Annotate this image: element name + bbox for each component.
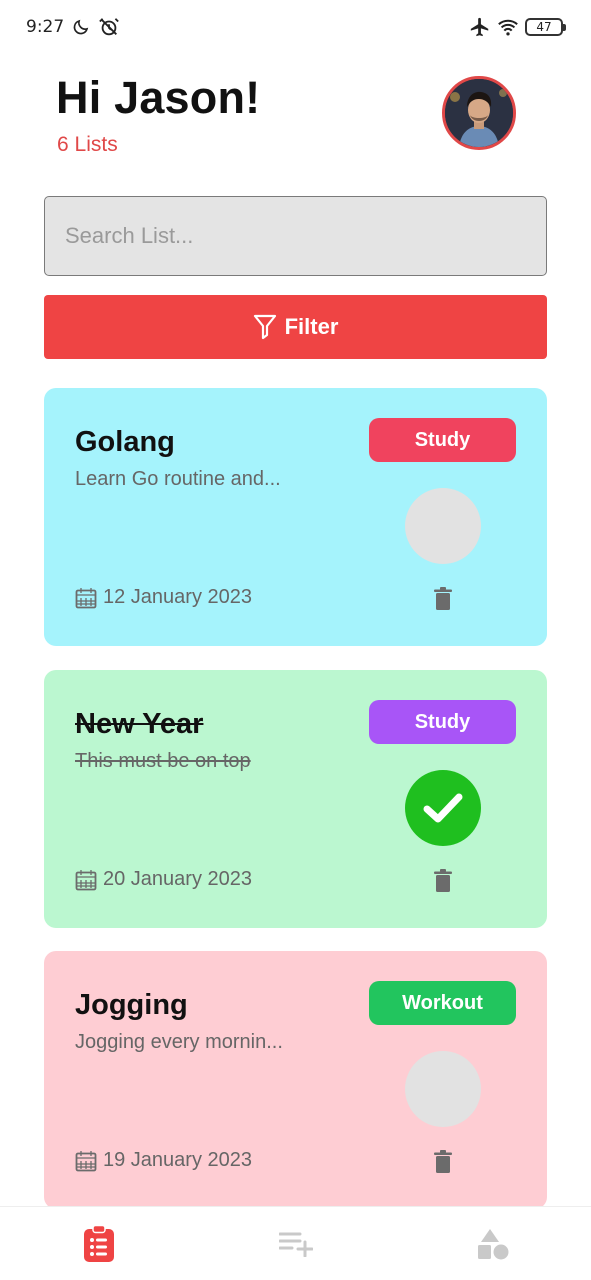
calendar-icon xyxy=(75,1150,97,1172)
status-right: 47 xyxy=(469,16,566,38)
complete-toggle[interactable] xyxy=(405,488,481,564)
card-title: Jogging xyxy=(75,989,188,1021)
complete-toggle[interactable] xyxy=(405,770,481,846)
filter-label: Filter xyxy=(284,314,339,339)
greeting-title: Hi Jason! xyxy=(56,72,261,123)
trash-icon[interactable] xyxy=(432,1150,454,1174)
status-time: 9:27 xyxy=(26,17,65,37)
card-date-text: 19 January 2023 xyxy=(103,1149,253,1171)
card-title: Golang xyxy=(75,426,175,458)
nav-lists[interactable] xyxy=(69,1214,129,1274)
card-title: New Year xyxy=(75,708,204,740)
checkmark-icon xyxy=(423,792,463,824)
search-input[interactable] xyxy=(44,196,547,276)
category-tag[interactable]: Workout xyxy=(369,981,516,1025)
nav-add-list[interactable] xyxy=(266,1214,326,1274)
alarm-off-icon xyxy=(98,16,120,38)
category-tag[interactable]: Study xyxy=(369,418,516,462)
wifi-icon xyxy=(497,16,519,38)
list-card[interactable]: Jogging Jogging every mornin... Workout … xyxy=(44,951,547,1209)
card-date: 19 January 2023 xyxy=(75,1149,252,1172)
card-description: Learn Go routine and... xyxy=(75,468,281,490)
list-card[interactable]: New Year This must be on top Study 20 Ja… xyxy=(44,670,547,928)
card-description: Jogging every mornin... xyxy=(75,1031,283,1053)
trash-icon[interactable] xyxy=(432,587,454,611)
complete-toggle[interactable] xyxy=(405,1051,481,1127)
moon-icon xyxy=(70,16,92,38)
trash-icon[interactable] xyxy=(432,869,454,893)
calendar-icon xyxy=(75,869,97,891)
card-description: This must be on top xyxy=(75,750,251,772)
card-date-text: 20 January 2023 xyxy=(103,868,253,890)
playlist-add-icon xyxy=(278,1231,313,1257)
status-left: 9:27 xyxy=(26,16,120,38)
funnel-icon xyxy=(253,314,277,340)
card-date: 12 January 2023 xyxy=(75,586,252,609)
status-bar: 9:27 47 xyxy=(0,0,591,54)
list-card[interactable]: Golang Learn Go routine and... Study 12 … xyxy=(44,388,547,646)
bottom-nav xyxy=(0,1206,591,1280)
list-count: 6 Lists xyxy=(57,133,118,156)
calendar-icon xyxy=(75,587,97,609)
clipboard-list-icon xyxy=(83,1224,115,1263)
airplane-icon xyxy=(469,16,491,38)
nav-categories[interactable] xyxy=(463,1214,523,1274)
card-date: 20 January 2023 xyxy=(75,868,252,891)
filter-button[interactable]: Filter xyxy=(44,295,547,359)
shapes-icon xyxy=(477,1228,509,1260)
avatar[interactable] xyxy=(442,76,516,150)
battery-indicator: 47 xyxy=(525,18,566,36)
card-date-text: 12 January 2023 xyxy=(103,586,253,608)
category-tag[interactable]: Study xyxy=(369,700,516,744)
